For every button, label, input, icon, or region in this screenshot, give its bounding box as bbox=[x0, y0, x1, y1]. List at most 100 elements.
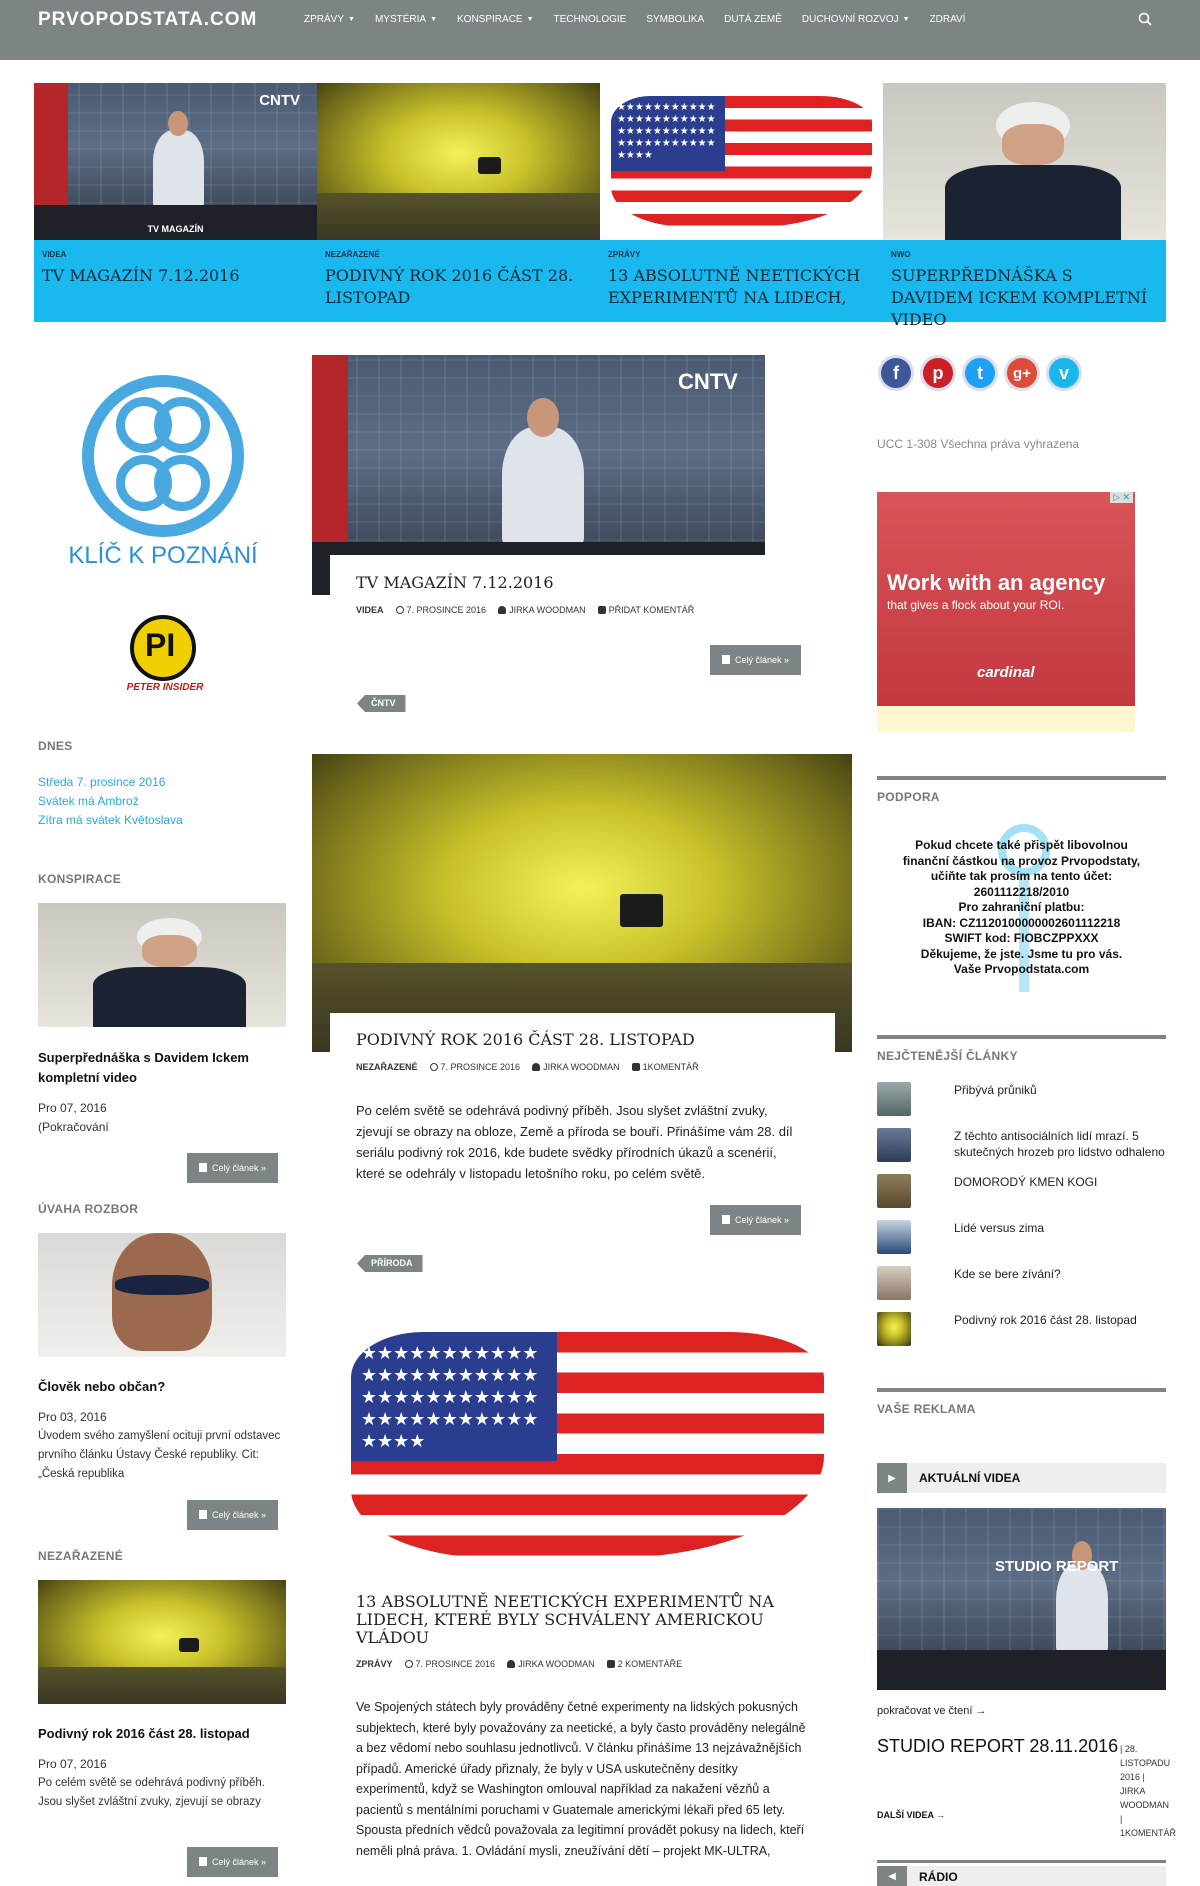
twitter-icon[interactable]: t bbox=[962, 355, 998, 391]
comment-icon bbox=[606, 1660, 615, 1668]
post-image[interactable] bbox=[312, 754, 852, 1052]
popular-title[interactable]: Přibývá průniků bbox=[954, 1082, 1166, 1098]
featured-item[interactable]: NWO SUPERPŘEDNÁŠKA S DAVIDEM ICKEM KOMPL… bbox=[883, 83, 1166, 329]
read-more-button[interactable]: Celý článek » bbox=[187, 1847, 279, 1877]
video-image-text: STUDIO REPORT bbox=[995, 1558, 1119, 1575]
facebook-icon[interactable]: f bbox=[878, 355, 914, 391]
klic-k-poznani-logo[interactable]: KLÍČ K POZNÁNÍ bbox=[38, 375, 288, 575]
featured-category[interactable]: ZPRÁVY bbox=[608, 250, 875, 259]
post-date[interactable]: 7. PROSINCE 2016 bbox=[429, 1062, 520, 1072]
post-image[interactable]: ★★★★★★★★★★★★★★★★★★★★★★★★★★★★★★★★★★★★★★★★… bbox=[330, 1310, 845, 1580]
pinterest-icon[interactable]: p bbox=[920, 355, 956, 391]
post-tag[interactable]: PŘÍRODA bbox=[357, 1255, 423, 1272]
read-more-button[interactable]: Celý článek » bbox=[710, 645, 802, 675]
nav-item-duchovni-rozvoj[interactable]: DUCHOVNÍ ROZVOJ ▼ bbox=[802, 14, 910, 25]
video-title[interactable]: STUDIO REPORT 28.11.2016 bbox=[877, 1736, 1118, 1757]
featured-category[interactable]: VIDEA bbox=[42, 250, 309, 259]
featured-title[interactable]: TV MAGAZÍN 7.12.2016 bbox=[42, 265, 309, 287]
post-title[interactable]: 13 ABSOLUTNĚ NEETICKÝCH EXPERIMENTŮ NA L… bbox=[356, 1593, 796, 1647]
nav-item-duta-zeme[interactable]: DUTÁ ZEMĚ bbox=[724, 14, 782, 25]
read-more-button[interactable]: Celý článek » bbox=[187, 1500, 279, 1530]
popular-thumb[interactable] bbox=[877, 1266, 911, 1300]
read-more-button[interactable]: Celý článek » bbox=[710, 1205, 802, 1235]
side-post-title[interactable]: Podivný rok 2016 část 28. listopad bbox=[38, 1724, 286, 1744]
document-icon bbox=[199, 1857, 207, 1866]
post-meta: NEZAŘAZENÉ 7. PROSINCE 2016 JIRKA WOODMA… bbox=[356, 1062, 699, 1072]
featured-title[interactable]: SUPERPŘEDNÁŠKA S DAVIDEM ICKEM KOMPLETNÍ… bbox=[891, 265, 1158, 331]
post-author[interactable]: JIRKA WOODMAN bbox=[498, 605, 586, 615]
featured-item[interactable]: NEZAŘAZENÉ PODIVNÝ ROK 2016 ČÁST 28. LIS… bbox=[317, 83, 600, 322]
googleplus-icon[interactable]: g+ bbox=[1004, 355, 1040, 391]
nav-item-mysteria[interactable]: MYSTÉRIA ▼ bbox=[375, 14, 437, 25]
popular-thumb[interactable] bbox=[877, 1312, 911, 1346]
post-title[interactable]: TV MAGAZÍN 7.12.2016 bbox=[356, 574, 756, 592]
post-category[interactable]: ZPRÁVY bbox=[356, 1659, 393, 1669]
featured-item[interactable]: CNTV TV MAGAZÍN VIDEA TV MAGAZÍN 7.12.20… bbox=[34, 83, 317, 322]
support-text: Pokud chcete také přispět libovolnou fin… bbox=[877, 838, 1166, 978]
side-post-image[interactable] bbox=[38, 903, 286, 1027]
side-post-image[interactable] bbox=[38, 1580, 286, 1704]
today-nameday[interactable]: Svátek má Ambrož bbox=[38, 792, 183, 811]
nav-label: DUCHOVNÍ ROZVOJ bbox=[801, 14, 899, 25]
post-category[interactable]: NEZAŘAZENÉ bbox=[356, 1062, 418, 1072]
section-heading: ÚVAHA ROZBOR bbox=[38, 1202, 139, 1216]
today-date[interactable]: Středa 7. prosince 2016 bbox=[38, 773, 183, 792]
nav-label: ZPRÁVY bbox=[304, 14, 345, 25]
post-date[interactable]: 7. PROSINCE 2016 bbox=[404, 1659, 496, 1669]
post-date-text: 7. PROSINCE 2016 bbox=[415, 1659, 496, 1669]
featured-title[interactable]: PODIVNÝ ROK 2016 ČÁST 28. LISTOPAD bbox=[325, 265, 592, 309]
featured-item[interactable]: ★★★★★★★★★★★★★★★★★★★★★★★★★★★★★★★★★★★★★★★★… bbox=[600, 83, 883, 322]
ad-brand: cardinal bbox=[977, 664, 1035, 681]
featured-image[interactable]: CNTV TV MAGAZÍN bbox=[34, 83, 317, 240]
post-title[interactable]: PODIVNÝ ROK 2016 ČÁST 28. LISTOPAD bbox=[356, 1031, 826, 1049]
post-tag[interactable]: ČNTV bbox=[357, 695, 406, 712]
nav-item-technologie[interactable]: TECHNOLOGIE bbox=[554, 14, 627, 25]
continue-reading-link[interactable]: pokračovat ve čtení → bbox=[877, 1705, 986, 1717]
search-icon[interactable] bbox=[1138, 12, 1152, 26]
read-more-button[interactable]: Celý článek » bbox=[187, 1153, 279, 1183]
side-post-excerpt: Úvodem svého zamyšlení ocituji první ods… bbox=[38, 1430, 281, 1480]
user-icon bbox=[507, 1660, 516, 1668]
popular-title[interactable]: DOMORODÝ KMEN KOGI bbox=[954, 1174, 1166, 1190]
vimeo-icon[interactable]: v bbox=[1046, 355, 1082, 391]
clock-icon bbox=[404, 1660, 413, 1668]
post-author[interactable]: JIRKA WOODMAN bbox=[532, 1062, 620, 1072]
side-post-title[interactable]: Člověk nebo občan? bbox=[38, 1377, 286, 1397]
nav-item-zpravy[interactable]: ZPRÁVY ▼ bbox=[304, 14, 355, 25]
featured-category[interactable]: NWO bbox=[891, 250, 1158, 259]
post-date[interactable]: 7. PROSINCE 2016 bbox=[395, 605, 486, 615]
popular-title[interactable]: Kde se bere zívání? bbox=[954, 1266, 1166, 1282]
popular-thumb[interactable] bbox=[877, 1082, 911, 1116]
post-author[interactable]: JIRKA WOODMAN bbox=[507, 1659, 595, 1669]
popular-title[interactable]: Lidé versus zima bbox=[954, 1220, 1166, 1236]
popular-thumb[interactable] bbox=[877, 1220, 911, 1254]
featured-category[interactable]: NEZAŘAZENÉ bbox=[325, 250, 592, 259]
post-comments[interactable]: 1KOMENTÁŘ bbox=[631, 1062, 699, 1072]
peter-insider-logo[interactable]: PI PETER INSIDER bbox=[120, 615, 210, 695]
more-videos-link[interactable]: DALŠÍ VIDEA → bbox=[877, 1810, 945, 1820]
tomorrow-nameday[interactable]: Zítra má svátek Květoslava bbox=[38, 811, 183, 830]
popular-title[interactable]: Podivný rok 2016 část 28. listopad bbox=[954, 1312, 1166, 1328]
video-thumbnail[interactable]: STUDIO REPORT bbox=[877, 1508, 1166, 1690]
featured-image[interactable] bbox=[883, 83, 1166, 240]
ad-choices-icon[interactable]: ▷ ✕ bbox=[1110, 492, 1133, 503]
ad-creative[interactable]: ▷ ✕ Work with an agency that gives a flo… bbox=[877, 492, 1135, 706]
post-comments[interactable]: PŘIDAT KOMENTÁŘ bbox=[597, 605, 694, 615]
popular-title[interactable]: Z těchto antisociálních lidí mrazí. 5 sk… bbox=[954, 1128, 1166, 1160]
nav-item-konspirace[interactable]: KONSPIRACE ▼ bbox=[457, 14, 534, 25]
popular-thumb[interactable] bbox=[877, 1128, 911, 1162]
featured-caption: VIDEA TV MAGAZÍN 7.12.2016 bbox=[34, 240, 317, 322]
featured-image[interactable] bbox=[317, 83, 600, 240]
site-logo[interactable]: PRVOPODSTATA.COM bbox=[38, 9, 257, 31]
nav-item-symbolika[interactable]: SYMBOLIKA bbox=[646, 14, 704, 25]
popular-thumb[interactable] bbox=[877, 1174, 911, 1208]
side-post-title[interactable]: Superpřednáška s Davidem Ickem kompletní… bbox=[38, 1048, 286, 1088]
post-category[interactable]: VIDEA bbox=[356, 605, 384, 615]
featured-title[interactable]: 13 ABSOLUTNĚ NEETICKÝCH EXPERIMENTŮ NA L… bbox=[608, 265, 875, 309]
featured-caption: NWO SUPERPŘEDNÁŠKA S DAVIDEM ICKEM KOMPL… bbox=[883, 240, 1166, 329]
nav-item-zdravi[interactable]: ZDRAVÍ bbox=[930, 14, 966, 25]
post-comments[interactable]: 2 KOMENTÁŘE bbox=[606, 1659, 682, 1669]
featured-image[interactable]: ★★★★★★★★★★★★★★★★★★★★★★★★★★★★★★★★★★★★★★★★… bbox=[600, 83, 883, 240]
ad-banner[interactable]: ▷ ✕ Work with an agency that gives a flo… bbox=[877, 492, 1135, 732]
side-post-image[interactable] bbox=[38, 1233, 286, 1357]
